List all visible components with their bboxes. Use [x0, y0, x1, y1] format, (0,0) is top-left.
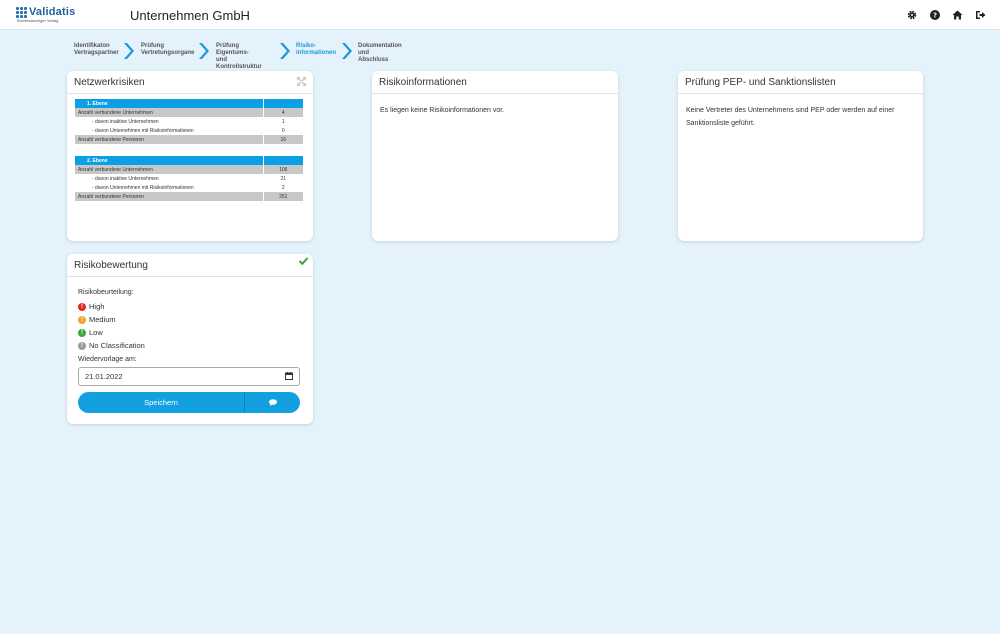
- step-identifikation[interactable]: Identifikaton Vertragspartner: [74, 43, 119, 57]
- alert-green-icon: !: [78, 328, 86, 337]
- gear-icon[interactable]: [906, 9, 917, 20]
- help-icon[interactable]: ?: [929, 9, 940, 20]
- table-row: - davon inaktive Unternehmen 1: [75, 117, 303, 126]
- alert-orange-icon: !: [78, 315, 86, 324]
- resubmission-date-input[interactable]: 21.01.2022: [78, 367, 300, 386]
- page-title: Unternehmen GmbH: [130, 8, 250, 23]
- expand-icon[interactable]: [297, 77, 306, 89]
- comment-button[interactable]: [245, 392, 300, 413]
- table-row: - davon Unternehmen mit Risikoinformatio…: [75, 183, 303, 192]
- risk-information-card: Risikoinformationen Es liegen keine Risi…: [372, 71, 618, 241]
- table-header-row: 2. Ebene: [75, 156, 303, 165]
- top-bar: Validatis Bundesanzeiger Verlag Unterneh…: [0, 0, 1000, 30]
- pep-sanctions-card: Prüfung PEP- und Sanktionslisten Keine V…: [678, 71, 923, 241]
- table-row: - davon Unternehmen mit Risikoinformatio…: [75, 126, 303, 135]
- logo-dots-icon: [16, 6, 27, 18]
- card-title: Prüfung PEP- und Sanktionslisten: [685, 77, 836, 88]
- chevron-right-icon: [199, 43, 209, 59]
- card-title: Risikobewertung: [74, 260, 148, 271]
- card-title: Netzwerkrisiken: [74, 77, 145, 88]
- network-risks-card: Netzwerkrisiken 1. Ebene Anzahl verbunde…: [67, 71, 313, 241]
- svg-text:?: ?: [932, 11, 936, 19]
- table-header-row: 1. Ebene: [75, 99, 303, 108]
- logo-subtitle: Bundesanzeiger Verlag: [17, 18, 59, 23]
- table-row: - davon inaktive Unternehmen 21: [75, 174, 303, 183]
- risk-rating-label: Risikobeurteilung:: [78, 289, 134, 296]
- alert-red-icon: !: [78, 302, 86, 311]
- table-row: Anzahl verbundene Personen 16: [75, 135, 303, 144]
- table-row: Anzahl verbundene Unternehmen 4: [75, 108, 303, 117]
- chevron-right-icon: [124, 43, 134, 59]
- step-risikoinformationen[interactable]: Risiko- informationen: [296, 43, 336, 57]
- comment-icon: [268, 399, 277, 406]
- chevron-right-icon: [280, 43, 290, 59]
- pep-text: Keine Vertreter des Unternehmens sind PE…: [686, 107, 895, 127]
- chevron-right-icon: [342, 43, 352, 59]
- rating-option-low[interactable]: ! Low: [78, 326, 302, 339]
- risk-info-text: Es liegen keine Risikoinformationen vor.: [380, 107, 505, 114]
- step-vertretungsorgane[interactable]: Prüfung Vertretungsorgane: [141, 43, 194, 57]
- save-button[interactable]: Speichern: [78, 392, 245, 413]
- table-row: Anzahl verbundene Personen 251: [75, 192, 303, 201]
- calendar-icon[interactable]: [285, 372, 293, 382]
- check-icon: [298, 257, 309, 268]
- network-level-2-table: 2. Ebene Anzahl verbundene Unternehmen 10…: [75, 156, 303, 201]
- rating-option-no-classification[interactable]: ! No Classification: [78, 339, 302, 352]
- table-row: Anzahl verbundene Unternehmen 106: [75, 165, 303, 174]
- rating-option-medium[interactable]: ! Medium: [78, 313, 302, 326]
- resubmission-label: Wiedervorlage am:: [78, 356, 137, 363]
- card-title: Risikoinformationen: [379, 77, 467, 88]
- step-dokumentation[interactable]: Dokumentation und Abschluss: [358, 43, 402, 64]
- step-eigentumsstruktur[interactable]: Prüfung Eigentums- und Kontrollstruktur: [216, 43, 262, 71]
- network-level-1-table: 1. Ebene Anzahl verbundene Unternehmen 4 …: [75, 99, 303, 144]
- validatis-logo[interactable]: Validatis Bundesanzeiger Verlag: [16, 6, 75, 23]
- home-icon[interactable]: [952, 9, 963, 20]
- rating-option-high[interactable]: ! High: [78, 300, 302, 313]
- logout-icon[interactable]: [975, 9, 986, 20]
- risk-assessment-card: Risikobewertung Risikobeurteilung: ! Hig…: [67, 254, 313, 424]
- alert-gray-icon: !: [78, 341, 86, 350]
- logo-name: Validatis: [29, 6, 76, 18]
